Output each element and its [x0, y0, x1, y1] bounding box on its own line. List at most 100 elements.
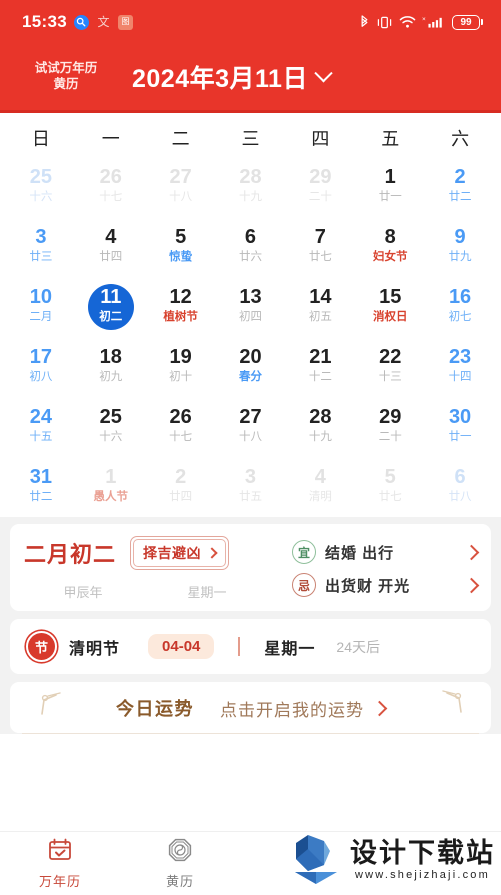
- calendar-day-cell[interactable]: 15 消权日: [355, 277, 425, 337]
- calendar-day-number: 3: [244, 466, 257, 489]
- calendar-day-cell[interactable]: 31 廿二: [6, 457, 76, 517]
- calendar-day-cell[interactable]: 25 十六: [76, 397, 146, 457]
- status-bar-right: × 99: [359, 14, 483, 30]
- calendar-week-row: 10 二月 11 初二 12 植树节 13 初四 14 初五 15 消权日 16 初七: [6, 277, 495, 337]
- promo-banner[interactable]: 试试万年历 黄历: [18, 61, 114, 92]
- calendar-day-cell[interactable]: 18 初九: [76, 337, 146, 397]
- weekday-2: 二: [171, 129, 190, 149]
- chevron-right-icon: [371, 700, 388, 716]
- calendar-day-cell[interactable]: 6 廿八: [425, 457, 495, 517]
- calendar-day-number: 5: [384, 466, 396, 489]
- calendar-week-row: 24 十五 25 十六 26 十七 27 十八 28 十九 29 二十 30 廿一: [6, 397, 495, 457]
- calendar-day-number: 7: [314, 226, 326, 249]
- calendar-day-cell[interactable]: 3 廿五: [216, 457, 286, 517]
- date-picker-trigger[interactable]: 2024年3月11日: [132, 59, 333, 95]
- calendar-day-number: 13: [239, 286, 262, 309]
- festival-separator: [238, 637, 241, 656]
- calendar-day-cell[interactable]: 21 十二: [285, 337, 355, 397]
- calendar-day-number: 27: [239, 406, 262, 429]
- calendar-day-cell[interactable]: 22 十三: [355, 337, 425, 397]
- calendar-day-lunar: 十五: [29, 431, 53, 444]
- calendar-day-cell[interactable]: 1 愚人节: [76, 457, 146, 517]
- fortune-banner[interactable]: 今日运势 点击开启我的运势: [10, 682, 491, 733]
- calendar-day-cell[interactable]: 4 廿四: [76, 217, 146, 277]
- calendar-day-cell[interactable]: 29 二十: [355, 397, 425, 457]
- calendar-week-row: 17 初八 18 初九 19 初十 20 春分 21 十二 22 十三 23 十四: [6, 337, 495, 397]
- calendar-day-cell[interactable]: 25 十六: [6, 157, 76, 217]
- calendar-day-cell[interactable]: 5 廿七: [355, 457, 425, 517]
- page-body: 二月初二 择吉避凶 甲辰年 星期一 宜 结婚 出行 忌 出货财 开光 节 清明节…: [0, 517, 501, 734]
- calendar-day-cell[interactable]: 26 十七: [76, 157, 146, 217]
- calendar-day-cell[interactable]: 8 妇女节: [355, 217, 425, 277]
- calendar-day-cell[interactable]: 4 清明: [285, 457, 355, 517]
- calendar-day-cell[interactable]: 26 十七: [146, 397, 216, 457]
- lunar-info-top: 二月初二 择吉避凶: [24, 536, 292, 570]
- calendar-day-cell[interactable]: 28 十九: [216, 157, 286, 217]
- calendar-day-number: 29: [309, 166, 332, 189]
- festival-weekday: 星期一: [264, 640, 316, 658]
- calendar-day-number: 6: [244, 226, 257, 249]
- calendar-day-cell[interactable]: 16 初七: [425, 277, 495, 337]
- festival-date: 04-04: [148, 634, 215, 659]
- calendar-day-number: 19: [169, 346, 192, 369]
- yi-badge: 宜: [292, 540, 316, 564]
- calendar-day-number: 28: [239, 166, 262, 189]
- nav-item-almanac[interactable]: 黄历: [120, 837, 240, 890]
- calendar-day-cell[interactable]: 6 廿六: [216, 217, 286, 277]
- battery-indicator: 99: [452, 14, 483, 30]
- chevron-right-icon: [463, 544, 480, 560]
- calendar-day-cell[interactable]: 11 初二: [76, 277, 146, 337]
- calendar-day-cell[interactable]: 20 春分: [216, 337, 286, 397]
- nav-item-calendar[interactable]: 万年历: [0, 837, 120, 890]
- calendar-day-number: 5: [175, 226, 187, 249]
- download-arrow-logo-icon: [290, 831, 342, 890]
- calendar-day-cell[interactable]: 24 十五: [6, 397, 76, 457]
- calendar-day-cell[interactable]: 27 十八: [216, 397, 286, 457]
- calendar-day-number: 24: [29, 406, 53, 429]
- calendar-day-cell[interactable]: 12 植树节: [146, 277, 216, 337]
- calendar-day-cell[interactable]: 28 十九: [285, 397, 355, 457]
- calendar-day-cell[interactable]: 5 惊蛰: [146, 217, 216, 277]
- calendar-day-cell[interactable]: 30 廿一: [425, 397, 495, 457]
- chevron-right-icon: [206, 547, 218, 559]
- ji-items: 出货财 开光: [325, 577, 411, 595]
- calendar-day-number: 27: [169, 166, 192, 189]
- calendar-day-cell[interactable]: 3 廿三: [6, 217, 76, 277]
- calendar-day-number: 15: [379, 286, 402, 309]
- fortune-cta-row[interactable]: 点击开启我的运势: [220, 696, 388, 721]
- calendar-day-number: 28: [309, 406, 332, 429]
- watermark-url: www.shejizhaji.com: [355, 869, 490, 881]
- calendar-day-cell[interactable]: 7 廿七: [285, 217, 355, 277]
- calendar-day-lunar: 初十: [169, 371, 193, 384]
- calendar-day-cell[interactable]: 17 初八: [6, 337, 76, 397]
- calendar-day-cell[interactable]: 9 廿九: [425, 217, 495, 277]
- calendar-day-lunar: 廿四: [99, 251, 123, 264]
- calendar-day-cell[interactable]: 1 廿一: [355, 157, 425, 217]
- calendar-week-row: 31 廿二 1 愚人节 2 廿四 3 廿五 4 清明 5 廿七 6 廿八: [6, 457, 495, 517]
- calendar-day-cell[interactable]: 13 初四: [216, 277, 286, 337]
- pick-auspicious-inner: 择吉避凶: [133, 539, 227, 567]
- calendar-day-cell[interactable]: 23 十四: [425, 337, 495, 397]
- bluetooth-icon: [359, 14, 370, 30]
- yi-row[interactable]: 宜 结婚 出行: [292, 540, 480, 564]
- calendar-day-cell[interactable]: 10 二月: [6, 277, 76, 337]
- decorative-branch-right-icon: [431, 688, 465, 719]
- pick-auspicious-button[interactable]: 择吉避凶: [130, 536, 230, 570]
- watermark-text: 设计下载站 www.shejizhaji.com: [350, 840, 495, 881]
- calendar-day-cell[interactable]: 19 初十: [146, 337, 216, 397]
- calendar-day-cell[interactable]: 29 二十: [285, 157, 355, 217]
- calendar-day-lunar: 二十: [308, 191, 332, 204]
- calendar-day-lunar: 初五: [308, 311, 332, 324]
- calendar-day-cell[interactable]: 27 十八: [146, 157, 216, 217]
- calendar-day-cell[interactable]: 2 廿四: [146, 457, 216, 517]
- festival-card[interactable]: 节 清明节 04-04 星期一 24天后: [10, 619, 491, 674]
- lunar-info-right: 宜 结婚 出行 忌 出货财 开光: [292, 536, 480, 601]
- ji-row[interactable]: 忌 出货财 开光: [292, 573, 480, 597]
- festival-name: 清明节: [69, 640, 121, 658]
- calendar-day-lunar: 廿七: [308, 251, 332, 264]
- app-icon-text: 文: [97, 15, 110, 29]
- battery-cap: [481, 19, 483, 25]
- calendar-day-cell[interactable]: 2 廿二: [425, 157, 495, 217]
- calendar-day-cell[interactable]: 14 初五: [285, 277, 355, 337]
- search-icon: [73, 14, 89, 30]
